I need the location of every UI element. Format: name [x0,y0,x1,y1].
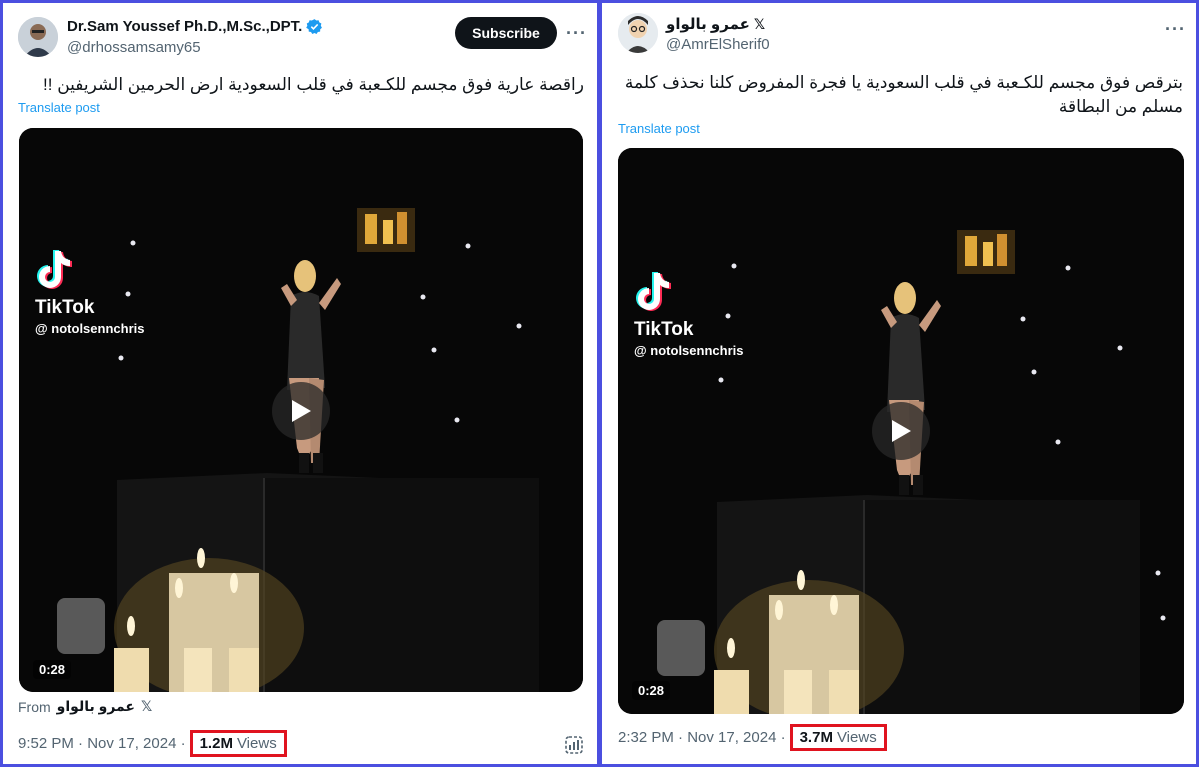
tiktok-username: @ notolsennchris [35,321,145,336]
avatar[interactable] [18,17,58,57]
analytics-icon[interactable] [565,736,583,754]
post-meta: 9:52 PM · Nov 17, 2024 · 1.2M Views [18,730,287,757]
views-highlight: 3.7M Views [789,724,887,751]
from-author-link[interactable]: عمرو بالواو [57,698,135,715]
tiktok-username: @ notolsennchris [634,343,744,358]
x-logo-icon: 𝕏 [753,15,766,32]
views-highlight: 1.2M Views [189,730,287,757]
post-timestamp[interactable]: 9:52 PM · Nov 17, 2024 · [18,735,186,752]
views-label: Views [836,729,877,746]
author-name-row[interactable]: Dr.Sam Youssef Ph.D.,M.Sc.,DPT. [67,18,323,35]
post-text-line: بترقص فوق مجسم للكـعبة في قلب السعودية ي… [624,73,1183,92]
views-count: 3.7M [799,729,833,746]
post-text: راقصة عارية فوق مجسم للكـعبة في قلب السع… [43,75,584,94]
tiktok-brand: TikTok [35,297,95,318]
from-attribution: From عمرو بالواو 𝕏 [18,698,152,715]
post-text: بترقص فوق مجسم للكـعبة في قلب السعودية ي… [617,71,1183,119]
x-logo-icon: 𝕏 [140,698,153,714]
video-player[interactable]: TikTok @ notolsennchris 0:28 [19,128,583,692]
views-count: 1.2M [199,735,233,752]
video-player[interactable]: TikTok @ notolsennchris 0:28 [618,148,1184,714]
play-button[interactable] [872,402,930,460]
more-icon[interactable]: ··· [566,23,587,44]
post-right: عمرو بالواو 𝕏 @AmrElSherif0 ··· بترقص فو… [602,3,1196,764]
author-handle[interactable]: @drhossamsamy65 [67,39,201,56]
post-meta: 2:32 PM · Nov 17, 2024 · 3.7M Views [618,724,887,751]
post-text-line: مسلم من البطاقة [1058,97,1183,116]
views-label: Views [236,735,277,752]
author-handle[interactable]: @AmrElSherif0 [666,36,770,53]
author-name[interactable]: عمرو بالواو [666,15,750,33]
tiktok-brand: TikTok [634,319,694,340]
translate-post-link[interactable]: Translate post [618,121,700,136]
play-button[interactable] [272,382,330,440]
translate-post-link[interactable]: Translate post [18,100,100,115]
tiktok-logo-icon [35,248,144,295]
tiktok-watermark: TikTok @ notolsennchris [35,248,144,336]
play-icon [892,420,911,442]
subscribe-button[interactable]: Subscribe [455,17,557,49]
tiktok-logo-icon [634,270,743,317]
avatar[interactable] [618,13,658,53]
more-icon[interactable]: ··· [1165,19,1186,40]
verified-badge-icon [306,18,323,35]
from-label: From [18,698,51,715]
post-left: Dr.Sam Youssef Ph.D.,M.Sc.,DPT. @drhossa… [3,3,597,764]
tiktok-watermark: TikTok @ notolsennchris [634,270,743,358]
video-duration: 0:28 [33,660,72,679]
author-name-row[interactable]: عمرو بالواو 𝕏 [666,15,766,34]
post-timestamp[interactable]: 2:32 PM · Nov 17, 2024 · [618,729,786,746]
play-icon [292,400,311,422]
video-duration: 0:28 [632,681,671,700]
author-name[interactable]: Dr.Sam Youssef Ph.D.,M.Sc.,DPT. [67,18,302,35]
